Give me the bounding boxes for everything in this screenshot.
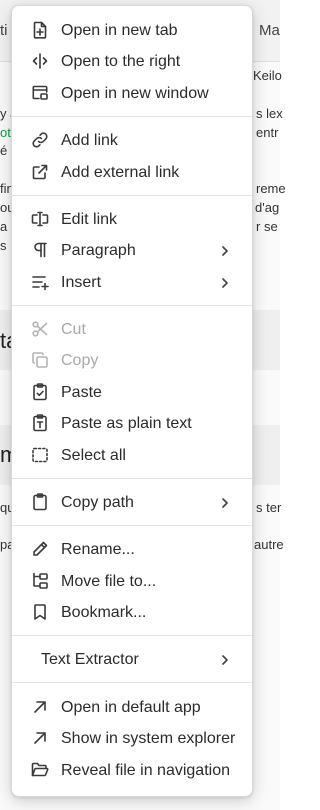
pilcrow-icon — [30, 240, 50, 260]
copy-icon — [30, 350, 50, 370]
window-icon — [30, 83, 50, 103]
menu-item-select-all[interactable]: Select all — [12, 440, 252, 471]
chevron-right-icon — [218, 241, 232, 260]
menu-item-open-in-new-window[interactable]: Open in new window — [12, 78, 252, 109]
arrow-up-right-icon — [30, 697, 50, 717]
menu-item-bookmark[interactable]: Bookmark... — [12, 597, 252, 628]
menu-item-copy-path[interactable]: Copy path — [12, 487, 252, 518]
menu-item-label: Text Extractor — [41, 651, 139, 668]
menu-item-cut[interactable]: Cut — [12, 314, 252, 345]
menu-item-label: Open in new window — [61, 85, 209, 102]
tab-label-right[interactable]: Ma — [259, 22, 280, 39]
menu-item-show-in-system-explorer[interactable]: Show in system explorer — [12, 723, 252, 754]
menu-item-label: Rename... — [61, 541, 135, 558]
menu-separator — [12, 525, 252, 526]
menu-item-label: Open to the right — [61, 53, 181, 70]
menu-separator — [12, 478, 252, 479]
menu-item-open-to-the-right[interactable]: Open to the right — [12, 46, 252, 77]
text-fragment: s lex — [256, 106, 283, 121]
link-icon — [30, 130, 50, 150]
menu-item-label: Show in system explorer — [61, 730, 236, 747]
menu-item-label: Move file to... — [61, 573, 157, 590]
chevron-right-icon — [218, 493, 232, 512]
clipboard-type-icon — [30, 413, 50, 433]
menu-item-add-link[interactable]: Add link — [12, 125, 252, 156]
pencil-icon — [30, 539, 50, 559]
menu-item-label: Paste as plain text — [61, 415, 192, 432]
menu-item-label: Paragraph — [61, 242, 136, 259]
menu-separator — [12, 682, 252, 683]
text-cursor-icon — [30, 209, 50, 229]
menu-item-label: Insert — [61, 274, 102, 291]
menu-item-edit-link[interactable]: Edit link — [12, 204, 252, 235]
menu-item-label: Copy path — [61, 494, 134, 511]
menu-item-label: Reveal file in navigation — [61, 762, 230, 779]
split-vertical-icon — [30, 51, 50, 71]
menu-item-label: Add external link — [61, 164, 180, 181]
bookmark-icon — [30, 602, 50, 622]
menu-item-text-extractor[interactable]: Text Extractor — [12, 644, 252, 675]
text-fragment: d'ag — [255, 200, 280, 215]
file-plus-icon — [30, 20, 50, 40]
menu-item-paragraph[interactable]: Paragraph — [12, 235, 252, 266]
folder-open-icon — [30, 760, 50, 780]
menu-item-label: Paste — [61, 384, 102, 401]
menu-item-rename[interactable]: Rename... — [12, 534, 252, 565]
scissors-icon — [30, 319, 50, 339]
menu-item-label: Open in new tab — [61, 22, 178, 39]
text-fragment: Keilo — [253, 68, 282, 83]
menu-item-insert[interactable]: Insert — [12, 267, 252, 298]
tab-label-left[interactable]: ti — [0, 22, 8, 39]
menu-item-paste[interactable]: Paste — [12, 377, 252, 408]
menu-separator — [12, 116, 252, 117]
folder-tree-icon — [30, 571, 50, 591]
select-all-icon — [30, 445, 50, 465]
menu-item-open-in-default-app[interactable]: Open in default app — [12, 692, 252, 723]
arrow-up-right-icon — [30, 728, 50, 748]
text-fragment: entr — [256, 125, 279, 140]
menu-separator — [12, 635, 252, 636]
menu-item-label: Open in default app — [61, 699, 201, 716]
clipboard-check-icon — [30, 382, 50, 402]
menu-item-label: Add link — [61, 132, 118, 149]
text-fragment: autre — [254, 537, 284, 552]
menu-item-label: Edit link — [61, 211, 118, 228]
list-plus-icon — [30, 272, 50, 292]
menu-item-label: Bookmark... — [61, 604, 147, 621]
chevron-right-icon — [218, 273, 232, 292]
chevron-right-icon — [218, 650, 232, 669]
text-fragment: s ter — [256, 500, 282, 515]
context-menu: Open in new tab Open to the right Open i… — [11, 5, 253, 797]
clipboard-icon — [30, 492, 50, 512]
menu-item-reveal-file-in-navigation[interactable]: Reveal file in navigation — [12, 755, 252, 786]
text-fragment: reme — [256, 181, 286, 196]
text-fragment: r se — [256, 219, 278, 234]
menu-item-add-external-link[interactable]: Add external link — [12, 157, 252, 188]
menu-item-label: Cut — [61, 321, 86, 338]
menu-separator — [12, 195, 252, 196]
menu-item-label: Select all — [61, 447, 126, 464]
menu-item-paste-as-plain-text[interactable]: Paste as plain text — [12, 408, 252, 439]
menu-item-open-in-new-tab[interactable]: Open in new tab — [12, 15, 252, 46]
menu-item-copy[interactable]: Copy — [12, 345, 252, 376]
menu-item-move-file-to[interactable]: Move file to... — [12, 566, 252, 597]
menu-item-label: Copy — [61, 352, 99, 369]
menu-separator — [12, 305, 252, 306]
external-link-icon — [30, 162, 50, 182]
